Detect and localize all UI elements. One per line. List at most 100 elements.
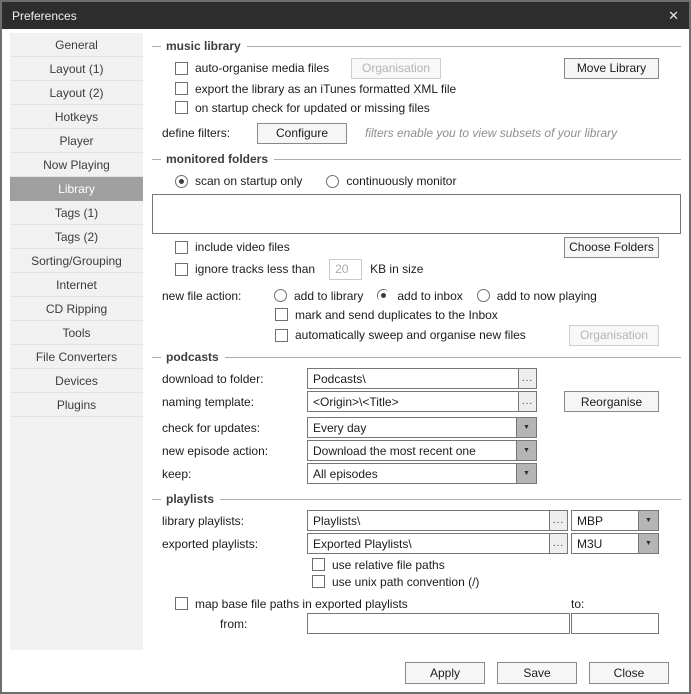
map-to-label: to:: [571, 596, 585, 611]
choose-folders-button[interactable]: Choose Folders: [564, 236, 659, 258]
include-video-row: include video files Choose Folders: [152, 236, 681, 258]
keep-row: keep: All episodes ▼: [152, 463, 681, 484]
auto-organise-checkbox[interactable]: [175, 61, 188, 75]
sidebar-item-file-converters[interactable]: File Converters: [10, 345, 143, 369]
sidebar-item-plugins[interactable]: Plugins: [10, 393, 143, 417]
new-episode-value: Download the most recent one: [313, 443, 476, 458]
chevron-down-icon: ▼: [516, 418, 536, 437]
check-updates-dropdown[interactable]: Every day ▼: [307, 417, 537, 438]
sidebar-item-tags-2[interactable]: Tags (2): [10, 225, 143, 249]
map-paths-row: map base file paths in exported playlist…: [152, 594, 681, 613]
new-episode-dropdown[interactable]: Download the most recent one ▼: [307, 440, 537, 461]
continuously-monitor-label: continuously monitor: [346, 174, 457, 188]
preferences-window: Preferences ✕ General Layout (1) Layout …: [0, 0, 691, 694]
naming-template-browse-button[interactable]: ...: [519, 391, 537, 412]
unix-paths-checkbox[interactable]: [312, 575, 325, 588]
apply-button[interactable]: Apply: [405, 662, 485, 684]
section-title: podcasts: [166, 350, 219, 364]
mark-duplicates-checkbox[interactable]: [275, 308, 288, 321]
exported-playlists-format-dropdown[interactable]: M3U ▼: [571, 533, 659, 554]
sidebar-item-tools[interactable]: Tools: [10, 321, 143, 345]
sidebar-item-tags-1[interactable]: Tags (1): [10, 201, 143, 225]
section-title: monitored folders: [166, 152, 269, 166]
chevron-down-icon: ▼: [638, 511, 658, 530]
map-paths-checkbox[interactable]: [175, 597, 188, 610]
sidebar-item-internet[interactable]: Internet: [10, 273, 143, 297]
ignore-size-unit-label: KB in size: [370, 262, 424, 276]
section-line: [246, 45, 681, 47]
library-playlists-format-value: MBP: [577, 513, 604, 528]
dialog-body: General Layout (1) Layout (2) Hotkeys Pl…: [2, 29, 689, 692]
auto-sweep-checkbox[interactable]: [275, 328, 288, 342]
organisation-button: Organisation: [351, 57, 442, 79]
sidebar-item-player[interactable]: Player: [10, 129, 143, 153]
download-folder-label: download to folder:: [162, 371, 264, 386]
download-folder-field[interactable]: Podcasts\: [307, 368, 519, 389]
keep-value: All episodes: [313, 466, 378, 481]
reorganise-button[interactable]: Reorganise: [564, 391, 659, 412]
auto-sweep-label: automatically sweep and organise new fil…: [295, 328, 526, 342]
download-folder-row: download to folder: Podcasts\ ...: [152, 368, 681, 389]
scan-on-startup-label: scan on startup only: [195, 174, 303, 188]
close-icon[interactable]: ✕: [668, 8, 679, 24]
sidebar: General Layout (1) Layout (2) Hotkeys Pl…: [10, 33, 143, 650]
define-filters-label: define filters:: [162, 126, 231, 140]
naming-template-field[interactable]: <Origin>\<Title>: [307, 391, 519, 412]
section-title: music library: [166, 39, 241, 53]
section-podcasts-header: podcasts: [152, 350, 681, 364]
close-button[interactable]: Close: [589, 662, 669, 684]
sidebar-item-sorting-grouping[interactable]: Sorting/Grouping: [10, 249, 143, 273]
unix-paths-label: use unix path convention (/): [332, 574, 480, 589]
add-to-inbox-label: add to inbox: [397, 288, 463, 303]
section-music-library-header: music library: [152, 39, 681, 53]
export-itunes-checkbox[interactable]: [175, 82, 188, 95]
relative-paths-checkbox[interactable]: [312, 558, 325, 571]
relative-paths-row: use relative file paths: [152, 556, 681, 573]
continuously-monitor-radio[interactable]: [326, 174, 340, 188]
ignore-tracks-row: ignore tracks less than 20 KB in size: [152, 258, 681, 280]
sidebar-item-general[interactable]: General: [10, 33, 143, 57]
include-video-checkbox[interactable]: [175, 240, 188, 254]
add-to-now-playing-radio[interactable]: [476, 289, 490, 302]
scan-on-startup-radio[interactable]: [175, 174, 188, 188]
new-file-action-row: new file action: add to library add to i…: [152, 286, 681, 305]
startup-check-checkbox[interactable]: [175, 101, 188, 114]
sidebar-item-hotkeys[interactable]: Hotkeys: [10, 105, 143, 129]
library-playlists-format-dropdown[interactable]: MBP ▼: [571, 510, 659, 531]
download-folder-browse-button[interactable]: ...: [519, 368, 537, 389]
add-to-library-radio[interactable]: [274, 289, 287, 302]
mark-duplicates-label: mark and send duplicates to the Inbox: [295, 307, 498, 322]
auto-organise-label: auto-organise media files: [195, 61, 330, 75]
auto-organise-row: auto-organise media files Organisation M…: [152, 57, 681, 79]
monitored-folders-list[interactable]: [152, 194, 681, 234]
footer: Apply Save Close: [152, 662, 681, 684]
section-dash: [152, 498, 161, 500]
ignore-size-field: 20: [329, 258, 363, 280]
map-from-field[interactable]: [307, 613, 570, 634]
sidebar-item-library[interactable]: Library: [10, 177, 143, 201]
exported-playlists-field[interactable]: Exported Playlists\: [307, 533, 550, 554]
ignore-tracks-checkbox[interactable]: [175, 262, 188, 276]
unix-paths-row: use unix path convention (/): [152, 573, 681, 590]
library-playlists-field[interactable]: Playlists\: [307, 510, 550, 531]
mark-duplicates-row: mark and send duplicates to the Inbox: [152, 305, 681, 324]
chevron-down-icon: ▼: [638, 534, 658, 553]
keep-dropdown[interactable]: All episodes ▼: [307, 463, 537, 484]
sidebar-item-cd-ripping[interactable]: CD Ripping: [10, 297, 143, 321]
check-updates-label: check for updates:: [162, 420, 261, 435]
chevron-down-icon: ▼: [516, 441, 536, 460]
sidebar-item-layout-1[interactable]: Layout (1): [10, 57, 143, 81]
sidebar-item-devices[interactable]: Devices: [10, 369, 143, 393]
exported-playlists-browse-button[interactable]: ...: [550, 533, 568, 554]
configure-button[interactable]: Configure: [257, 122, 347, 144]
new-file-action-label: new file action:: [162, 288, 242, 303]
library-playlists-row: library playlists: Playlists\ ... MBP ▼: [152, 510, 681, 531]
library-playlists-browse-button[interactable]: ...: [550, 510, 568, 531]
sidebar-item-layout-2[interactable]: Layout (2): [10, 81, 143, 105]
map-to-field[interactable]: [571, 613, 659, 634]
sidebar-item-now-playing[interactable]: Now Playing: [10, 153, 143, 177]
move-library-button[interactable]: Move Library: [564, 57, 659, 79]
save-button[interactable]: Save: [497, 662, 577, 684]
add-to-inbox-radio[interactable]: [377, 289, 392, 303]
startup-check-label: on startup check for updated or missing …: [195, 100, 430, 115]
